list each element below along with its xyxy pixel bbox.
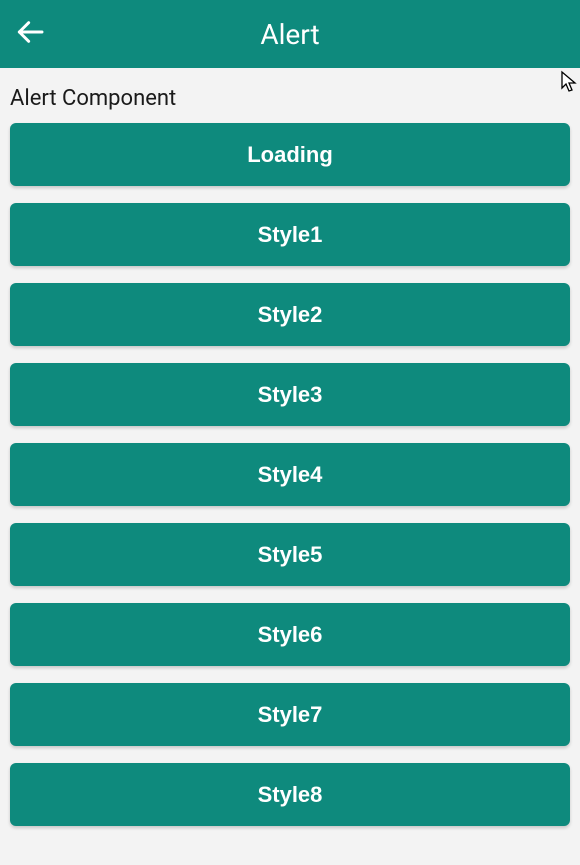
style1-button[interactable]: Style1	[10, 203, 570, 266]
button-list: Loading Style1 Style2 Style3 Style4 Styl…	[10, 123, 570, 826]
style5-button[interactable]: Style5	[10, 523, 570, 586]
page-title: Alert	[0, 18, 580, 51]
style2-button[interactable]: Style2	[10, 283, 570, 346]
loading-button[interactable]: Loading	[10, 123, 570, 186]
back-button[interactable]	[6, 10, 54, 58]
content-area: Alert Component Loading Style1 Style2 St…	[0, 68, 580, 826]
section-title: Alert Component	[10, 82, 570, 123]
style4-button[interactable]: Style4	[10, 443, 570, 506]
back-arrow-icon	[14, 16, 46, 52]
app-header: Alert	[0, 0, 580, 68]
style8-button[interactable]: Style8	[10, 763, 570, 826]
style6-button[interactable]: Style6	[10, 603, 570, 666]
style7-button[interactable]: Style7	[10, 683, 570, 746]
style3-button[interactable]: Style3	[10, 363, 570, 426]
